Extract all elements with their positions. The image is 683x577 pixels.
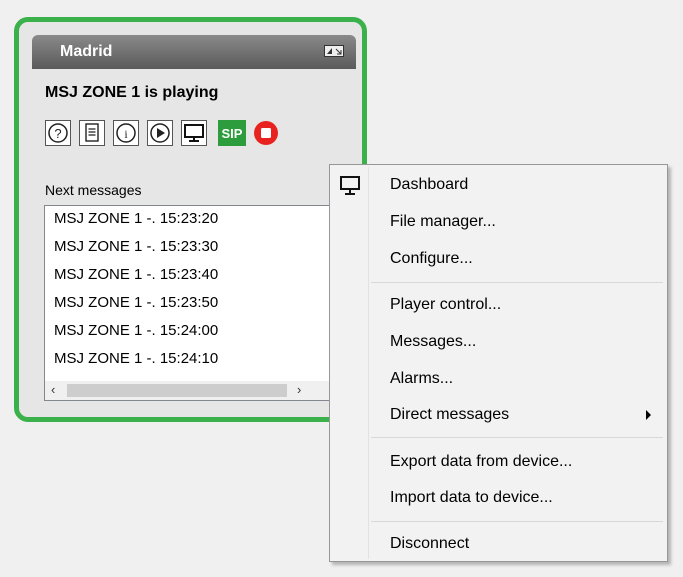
stop-icon[interactable] — [253, 120, 279, 146]
sip-button[interactable]: SIP — [218, 120, 246, 146]
submenu-arrow-icon — [646, 410, 651, 420]
menu-item-alarms[interactable]: Alarms... — [332, 362, 665, 396]
menu-item-label: Export data from device... — [390, 453, 573, 470]
playing-status: MSJ ZONE 1 is playing — [45, 84, 219, 101]
menu-item-label: Disconnect — [390, 535, 470, 552]
list-item[interactable]: MSJ ZONE 1 -. 15:23:40 — [54, 266, 218, 283]
list-item[interactable]: MSJ ZONE 1 -. 15:23:30 — [54, 238, 218, 255]
menu-item-label: Import data to device... — [390, 489, 553, 506]
list-item[interactable]: MSJ ZONE 1 -. 15:23:50 — [54, 294, 218, 311]
menu-item-disconnect[interactable]: Disconnect — [332, 527, 665, 561]
menu-separator — [371, 521, 663, 522]
info-icon[interactable]: i — [113, 120, 139, 146]
list-item[interactable]: MSJ ZONE 1 -. 15:24:10 — [54, 350, 218, 367]
undock-icon[interactable] — [324, 45, 344, 57]
menu-item-direct-messages[interactable]: Direct messages — [332, 398, 665, 432]
menu-item-label: Direct messages — [390, 406, 510, 423]
svg-text:?: ? — [54, 126, 61, 141]
menu-item-configure[interactable]: Configure... — [332, 242, 665, 276]
context-menu: Dashboard File manager... Configure... P… — [329, 164, 668, 562]
next-messages-list[interactable]: MSJ ZONE 1 -. 15:23:20 MSJ ZONE 1 -. 15:… — [44, 205, 350, 401]
menu-item-file-manager[interactable]: File manager... — [332, 205, 665, 239]
help-icon[interactable]: ? — [45, 120, 71, 146]
horizontal-scrollbar[interactable]: ‹ › — [45, 381, 333, 400]
play-icon[interactable] — [147, 120, 173, 146]
widget-titlebar[interactable]: Madrid — [32, 35, 356, 69]
menu-item-label: Player control... — [390, 296, 502, 313]
menu-separator — [371, 437, 663, 438]
menu-item-label: Messages... — [390, 333, 477, 350]
next-messages-label: Next messages — [45, 182, 142, 198]
menu-separator — [371, 282, 663, 283]
menu-item-label: Configure... — [390, 250, 473, 267]
monitor-icon — [340, 176, 360, 195]
menu-item-player-control[interactable]: Player control... — [332, 288, 665, 322]
menu-item-label: Dashboard — [390, 176, 469, 193]
menu-item-export-data[interactable]: Export data from device... — [332, 445, 665, 479]
menu-item-label: File manager... — [390, 213, 496, 230]
list-item[interactable]: MSJ ZONE 1 -. 15:24:00 — [54, 322, 218, 339]
document-icon[interactable] — [79, 120, 105, 146]
scroll-right-icon[interactable]: › — [297, 383, 301, 396]
menu-item-messages[interactable]: Messages... — [332, 325, 665, 359]
widget-title: Madrid — [60, 43, 113, 60]
list-item[interactable]: MSJ ZONE 1 -. 15:23:20 — [54, 210, 218, 227]
monitor-icon[interactable] — [181, 120, 207, 146]
menu-item-dashboard[interactable]: Dashboard — [332, 168, 665, 202]
menu-item-import-data[interactable]: Import data to device... — [332, 481, 665, 515]
menu-item-label: Alarms... — [390, 370, 454, 387]
player-widget: Madrid MSJ ZONE 1 is playing ? i SIP Nex… — [14, 17, 367, 422]
horizontal-scroll-thumb[interactable] — [67, 384, 287, 397]
scroll-left-icon[interactable]: ‹ — [51, 383, 55, 396]
